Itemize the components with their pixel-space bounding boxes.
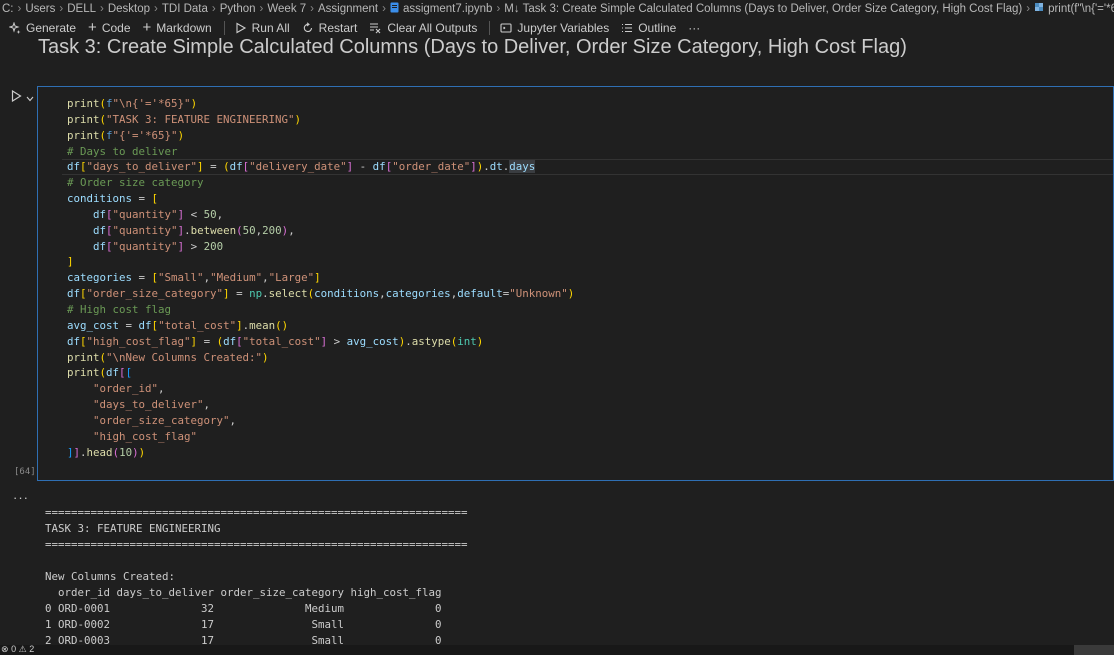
markdown-icon: M↓: [504, 2, 520, 15]
restart-button[interactable]: Restart: [302, 21, 358, 35]
more-actions-button[interactable]: ···: [688, 21, 700, 35]
python-cell-icon: [1034, 2, 1044, 15]
warning-icon: ⚠: [18, 645, 27, 654]
notebook-file-icon: [390, 2, 399, 16]
breadcrumb-item[interactable]: Desktop: [108, 3, 150, 15]
breadcrumb-item[interactable]: TDI Data: [162, 3, 208, 15]
sparkle-icon: [9, 22, 21, 34]
generate-button[interactable]: Generate: [9, 21, 76, 35]
output-title: TASK 3: FEATURE ENGINEERING: [45, 522, 221, 535]
run-all-button[interactable]: Run All: [235, 21, 290, 35]
chevron-right-icon: ›: [259, 2, 264, 15]
clear-all-label: Clear All Outputs: [387, 21, 478, 35]
breadcrumb-item[interactable]: Python: [220, 3, 256, 15]
warning-count: 2: [29, 645, 35, 654]
chevron-right-icon: ›: [154, 2, 158, 15]
add-code-cell-button[interactable]: + Code: [88, 19, 131, 36]
chevron-right-icon: ›: [1026, 2, 1031, 15]
chevron-right-icon: ›: [100, 2, 104, 15]
cell-output: ========================================…: [45, 505, 468, 649]
breadcrumb-item[interactable]: Week 7: [267, 3, 306, 15]
chevron-right-icon: ›: [382, 2, 386, 15]
breadcrumb-section[interactable]: Task 3: Create Simple Calculated Columns…: [523, 3, 1023, 15]
output-rule: ========================================…: [45, 538, 468, 551]
error-count: 0: [11, 645, 17, 654]
code-editor[interactable]: print(f"\n{'='*65}") print("TASK 3: FEAT…: [67, 96, 574, 460]
outline-list-icon: [621, 22, 633, 34]
restart-label: Restart: [318, 21, 358, 35]
cell-run-controls: [11, 89, 34, 105]
status-bar: ⊗ 0 ⚠ 2: [0, 645, 1114, 655]
breadcrumb-file[interactable]: assigment7.ipynb: [403, 3, 493, 15]
outline-button[interactable]: Outline: [621, 21, 676, 35]
chevron-down-icon[interactable]: [26, 91, 34, 105]
breadcrumb: C: › Users › DELL › Desktop › TDI Data › Pyth…: [0, 0, 1114, 17]
more-icon: ···: [688, 21, 701, 35]
run-all-icon: [235, 22, 247, 34]
output-rule: ========================================…: [45, 506, 468, 519]
run-all-label: Run All: [251, 21, 290, 35]
markdown-label: Markdown: [156, 21, 212, 35]
breadcrumb-item[interactable]: DELL: [67, 3, 96, 15]
breadcrumb-item[interactable]: Users: [25, 3, 55, 15]
chevron-right-icon: ›: [59, 2, 64, 15]
output-table: order_id days_to_deliver order_size_cate…: [45, 586, 442, 647]
breadcrumb-item[interactable]: Assignment: [318, 3, 378, 15]
notifications-button[interactable]: [1074, 645, 1114, 655]
clear-all-icon: [369, 22, 382, 34]
chevron-right-icon: ›: [310, 2, 315, 15]
jupyter-variables-label: Jupyter Variables: [517, 21, 610, 35]
restart-icon: [302, 22, 314, 34]
problems-indicator[interactable]: ⊗ 0 ⚠ 2: [1, 645, 34, 655]
clear-all-outputs-button[interactable]: Clear All Outputs: [369, 21, 477, 35]
breadcrumb-symbol[interactable]: print(f"\n{'='*65}"): [1048, 3, 1114, 15]
error-icon: ⊗: [1, 645, 9, 654]
add-markdown-cell-button[interactable]: + Markdown: [142, 19, 212, 36]
plus-icon: +: [88, 19, 97, 36]
markdown-heading: Task 3: Create Simple Calculated Columns…: [38, 36, 907, 58]
chevron-right-icon: ›: [496, 2, 501, 15]
jupyter-variables-button[interactable]: Jupyter Variables: [500, 21, 609, 35]
run-cell-icon[interactable]: [11, 89, 22, 105]
code-label: Code: [101, 21, 131, 35]
chevron-right-icon: ›: [17, 2, 22, 15]
toolbar-divider: [223, 21, 225, 35]
variables-icon: [500, 22, 512, 34]
toolbar-divider: [489, 21, 491, 35]
breadcrumb-item[interactable]: C:: [2, 3, 14, 15]
output-more-icon[interactable]: ···: [13, 490, 29, 505]
chevron-right-icon: ›: [211, 2, 216, 15]
generate-label: Generate: [26, 21, 77, 35]
plus-icon: +: [142, 19, 152, 36]
output-subtitle: New Columns Created:: [45, 570, 176, 583]
execution-count: [64]: [14, 467, 36, 477]
outline-label: Outline: [638, 21, 677, 35]
